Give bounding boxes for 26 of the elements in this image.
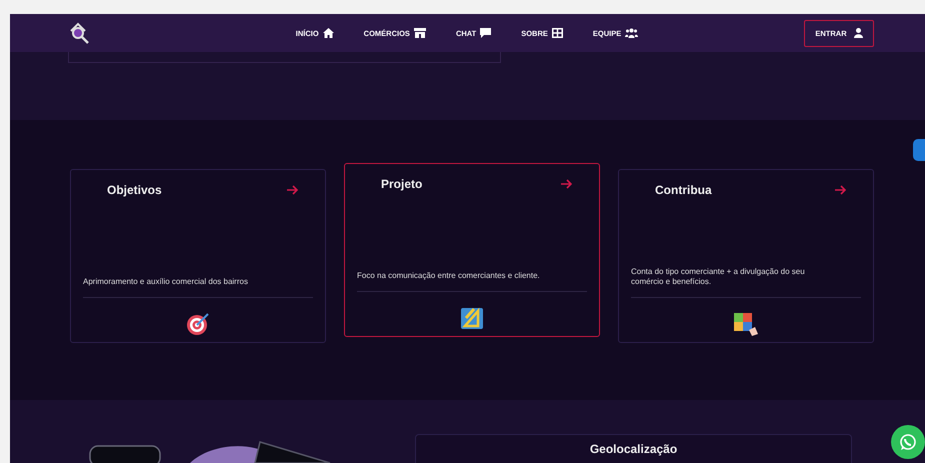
card-title: Projeto: [381, 177, 422, 191]
puzzle-icon: [733, 312, 759, 336]
panel-title: Geolocalização: [590, 442, 678, 458]
blueprint-icon: [460, 306, 484, 330]
arrow-right-icon[interactable]: [287, 185, 299, 195]
arrow-right-icon[interactable]: [835, 185, 847, 195]
target-icon: [186, 312, 210, 336]
users-icon: [625, 28, 638, 38]
card-title: Objetivos: [107, 183, 162, 197]
store-icon: [414, 28, 426, 38]
accessibility-button[interactable]: [913, 139, 925, 161]
info-card[interactable]: Objetivos Aprimoramento e auxílio comercial dos bairros: [70, 169, 326, 343]
home-icon: [322, 28, 334, 38]
chat-bubble-icon: [899, 433, 917, 451]
card-title: Contribua: [655, 183, 712, 197]
card-description: Aprimoramento e auxílio comercial dos bairros: [83, 277, 313, 298]
chat-icon: [480, 28, 492, 38]
card-description: Foco na comunicação entre comerciantes e cliente.: [357, 271, 587, 292]
grid-icon: [552, 28, 563, 38]
info-card[interactable]: Contribua Conta do tipo comerciante + a divulgação do seu comércio e benefícios.: [618, 169, 874, 343]
whatsapp-button[interactable]: [891, 425, 925, 459]
card-description: Conta do tipo comerciante + a divulgação do seu comércio e benefícios.: [631, 267, 861, 298]
house-magnifier-logo-icon[interactable]: [68, 22, 90, 44]
info-card[interactable]: Projeto Foco na comunicação entre comerciantes e cliente.: [344, 163, 600, 337]
user-icon: [854, 28, 863, 38]
arrow-right-icon[interactable]: [561, 179, 573, 189]
